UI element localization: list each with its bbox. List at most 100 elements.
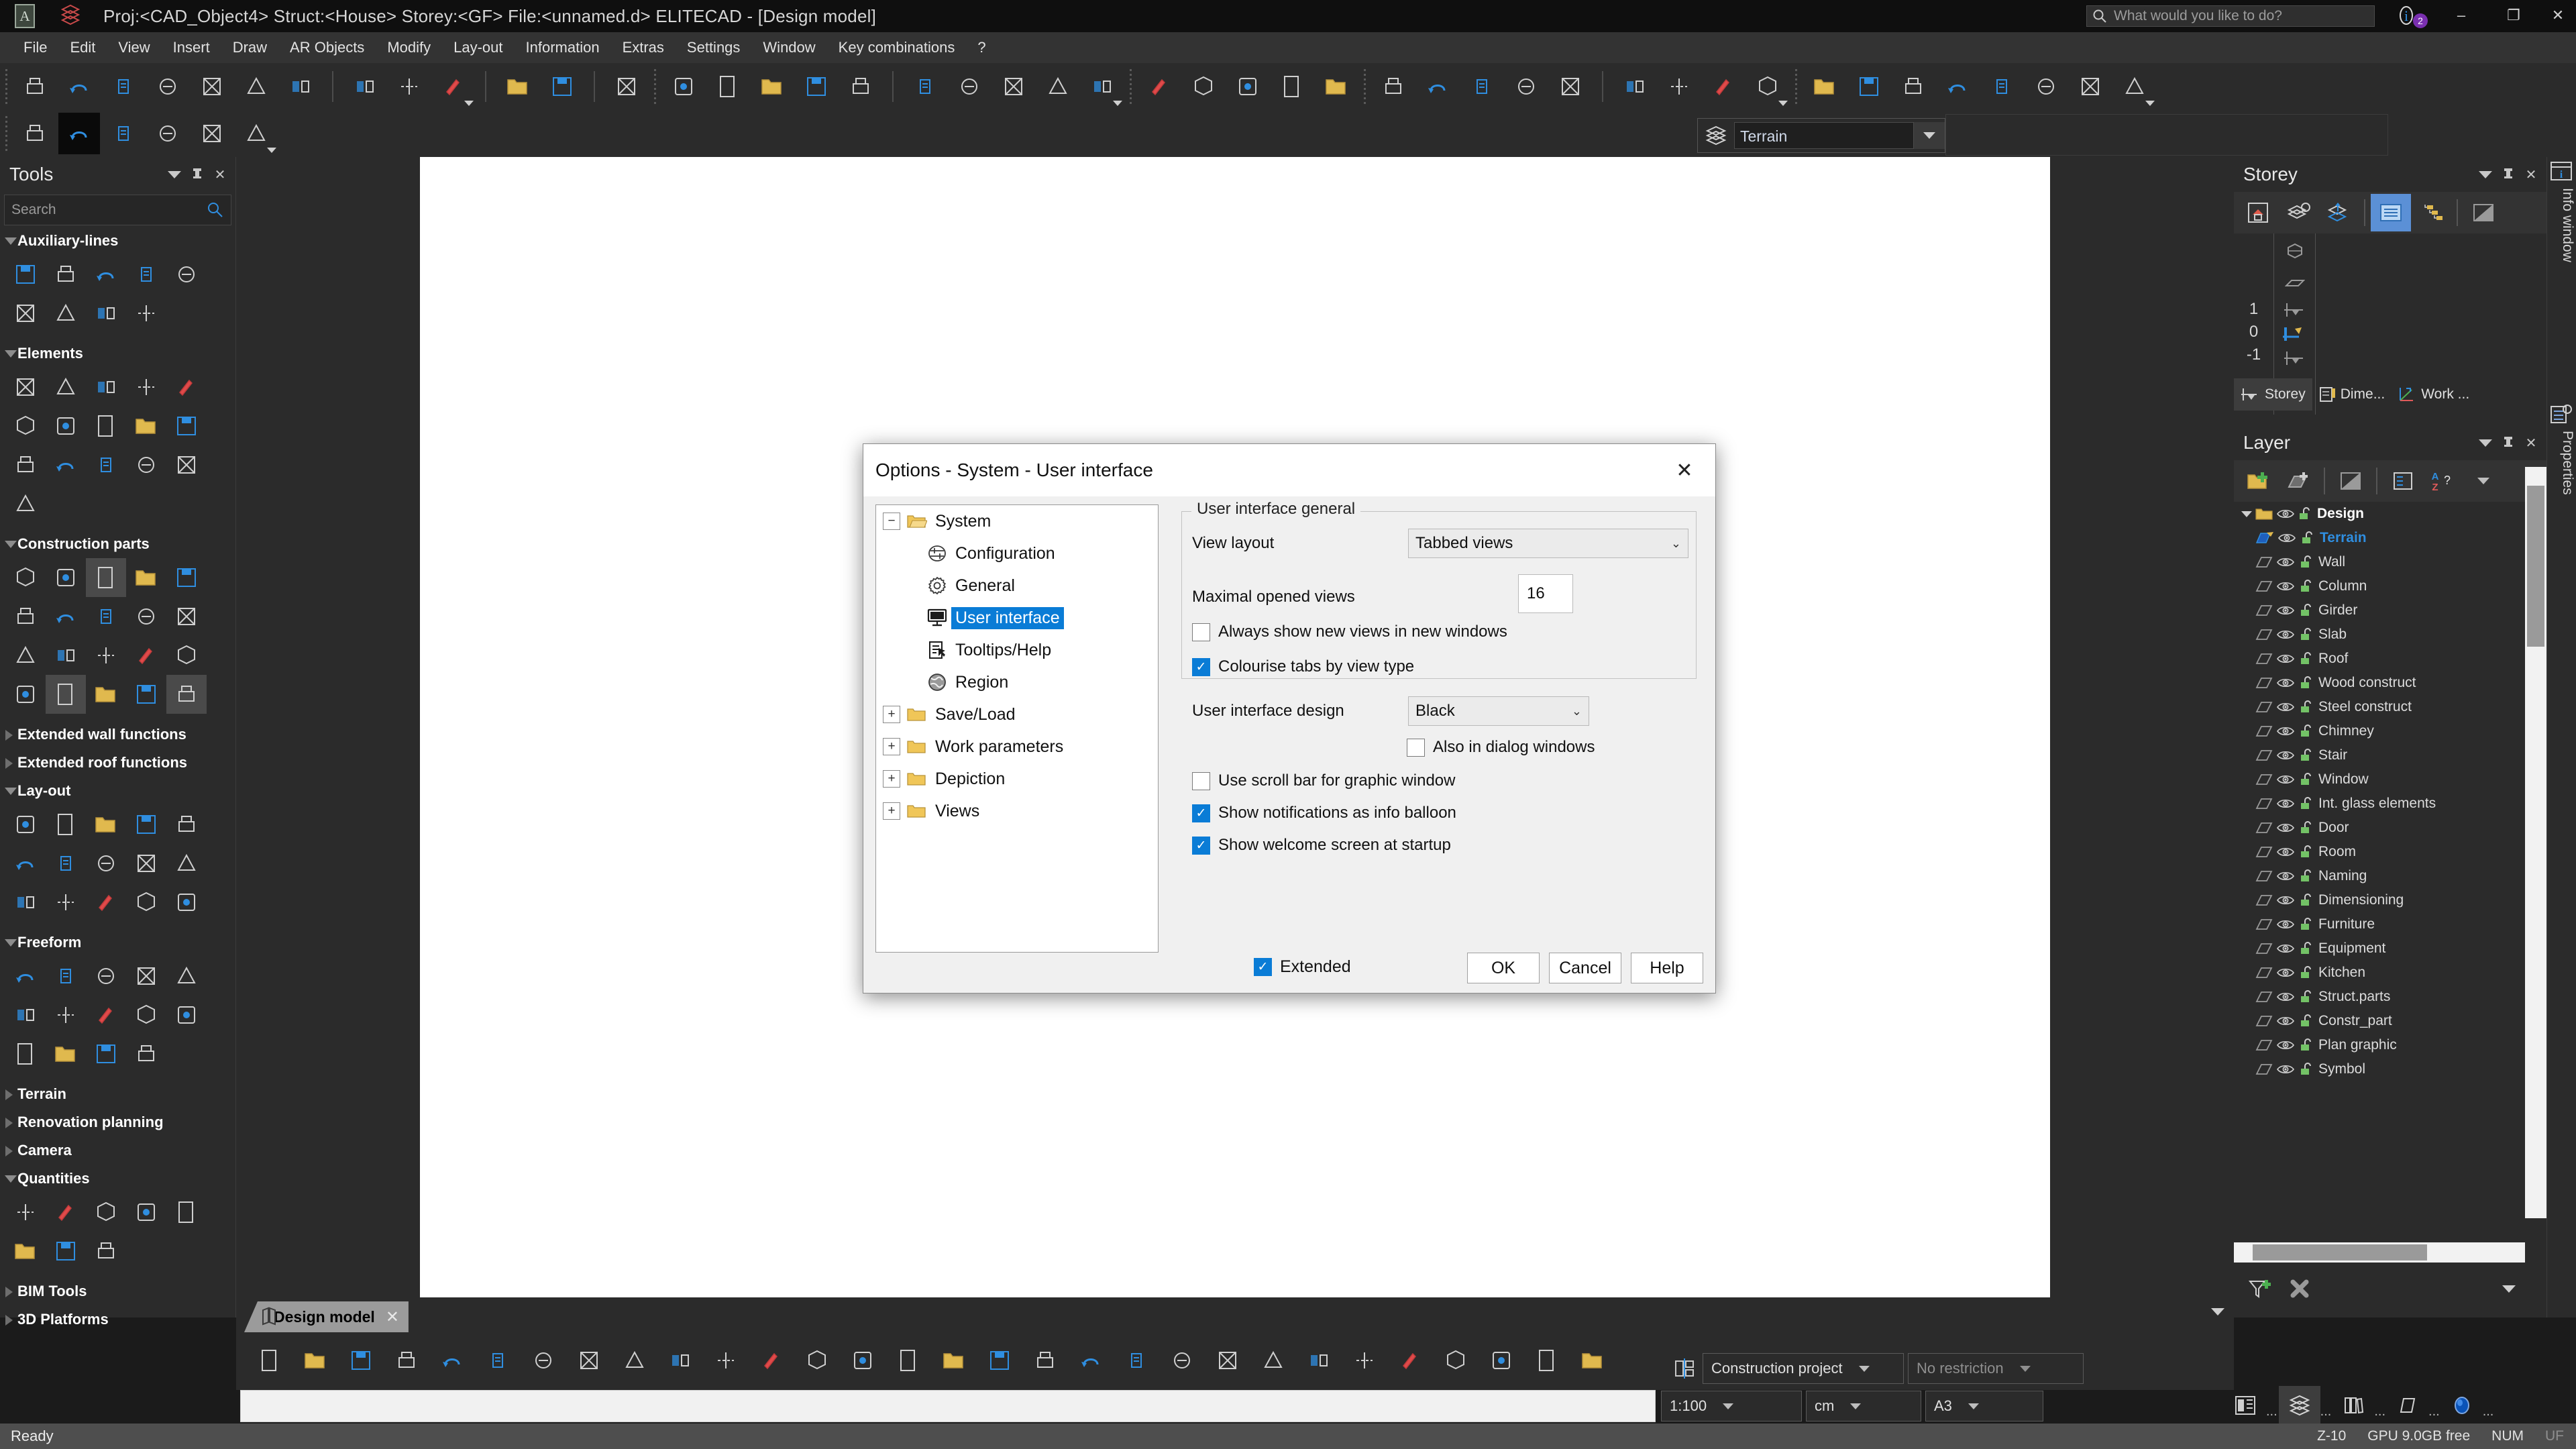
toolbar-secondary-button-1-5[interactable]: [235, 113, 277, 154]
visibility-icon[interactable]: [2277, 701, 2294, 713]
tool-button-10-0[interactable]: [5, 1193, 46, 1232]
menu-item-settings[interactable]: Settings: [676, 36, 752, 59]
toolbar-primary-button-19-2[interactable]: [1892, 66, 1934, 107]
tool-button-0-4[interactable]: [166, 255, 207, 294]
tool-button-2-12[interactable]: [86, 636, 126, 675]
menu-item-extras[interactable]: Extras: [611, 36, 676, 59]
toolbar-primary-button-17-0[interactable]: [1614, 66, 1656, 107]
layer-row[interactable]: Terrain: [2234, 526, 2525, 550]
toolbar-primary-button-1-2[interactable]: [103, 66, 144, 107]
paper-size-combo[interactable]: A3: [1925, 1391, 2043, 1421]
view-tool-26[interactable]: [1433, 1338, 1479, 1383]
view-tool-8[interactable]: [612, 1338, 657, 1383]
tool-button-5-7[interactable]: [86, 844, 126, 883]
view-tool-9[interactable]: [657, 1338, 703, 1383]
restore-button[interactable]: ❐: [2487, 0, 2540, 31]
visibility-icon[interactable]: [2277, 918, 2294, 930]
overflow-dots[interactable]: ...: [2266, 1404, 2277, 1419]
view-tool-22[interactable]: [1250, 1338, 1296, 1383]
view-tool-1[interactable]: [292, 1338, 338, 1383]
visibility-icon[interactable]: [2277, 1015, 2294, 1027]
chevron-down-icon[interactable]: [1778, 101, 1788, 106]
tools-group-freeform[interactable]: Freeform: [0, 927, 235, 955]
scrollbar-row[interactable]: Use scroll bar for graphic window: [1192, 771, 1455, 790]
layer-row[interactable]: Slab: [2234, 623, 2525, 647]
lock-icon[interactable]: [2300, 724, 2314, 738]
material-icon[interactable]: [2387, 1386, 2428, 1425]
notifications-checkbox[interactable]: [1192, 804, 1210, 822]
tool-button-5-8[interactable]: [126, 844, 166, 883]
tool-button-6-13[interactable]: [126, 1034, 166, 1073]
chevron-down-icon[interactable]: [2012, 1366, 2039, 1372]
toolbar-primary-button-13-4[interactable]: [1316, 66, 1357, 107]
tools-group-renovation-planning[interactable]: Renovation planning: [0, 1107, 235, 1135]
tool-button-10-2[interactable]: [86, 1193, 126, 1232]
tool-button-5-6[interactable]: [46, 844, 86, 883]
tool-button-2-19[interactable]: [166, 675, 207, 714]
visibility-icon[interactable]: [2277, 677, 2294, 689]
storey-level-2[interactable]: -1: [2234, 343, 2273, 366]
invert-icon[interactable]: [2330, 462, 2371, 500]
add-filter-icon[interactable]: [2239, 1271, 2279, 1307]
visibility-icon[interactable]: [2277, 870, 2294, 882]
visibility-icon[interactable]: [2277, 967, 2294, 979]
toolbar-primary-button-1-5[interactable]: [235, 66, 277, 107]
menu-item-lay-out[interactable]: Lay-out: [442, 36, 514, 59]
lock-icon[interactable]: [2300, 1063, 2314, 1076]
tool-button-0-3[interactable]: [126, 255, 166, 294]
tools-group-extended-wall-functions[interactable]: Extended wall functions: [0, 719, 235, 747]
tool-button-1-2[interactable]: [86, 368, 126, 407]
tools-group-elements[interactable]: Elements: [0, 338, 235, 366]
close-icon[interactable]: ✕: [2520, 163, 2542, 186]
tree-expander[interactable]: +: [883, 706, 900, 723]
chevron-down-icon[interactable]: ⌄: [1572, 704, 1582, 718]
storey-level-minus1-icon[interactable]: [2274, 346, 2315, 370]
welcome-row[interactable]: Show welcome screen at startup: [1192, 836, 1451, 855]
tree-node-tooltips-help[interactable]: Tooltips/Help: [876, 634, 1158, 666]
tool-button-6-10[interactable]: [5, 1034, 46, 1073]
storey-plane-icon[interactable]: [2274, 268, 2315, 298]
tree-node-views[interactable]: +Views: [876, 795, 1158, 827]
overflow-dots[interactable]: ...: [2428, 1404, 2440, 1419]
tree-node-save-load[interactable]: +Save/Load: [876, 698, 1158, 731]
storey-list-icon[interactable]: [2371, 194, 2411, 231]
tool-button-1-14[interactable]: [166, 445, 207, 484]
lock-icon[interactable]: [2300, 749, 2314, 762]
lock-icon[interactable]: [2300, 1038, 2314, 1052]
tree-node-user-interface[interactable]: User interface: [876, 602, 1158, 634]
visibility-icon[interactable]: [2277, 846, 2294, 858]
lock-icon[interactable]: [2300, 555, 2314, 569]
tool-button-6-4[interactable]: [166, 957, 207, 996]
toolbar-primary-button-9-3[interactable]: [796, 66, 837, 107]
scale-combo[interactable]: 1:100: [1661, 1391, 1802, 1421]
cancel-button[interactable]: Cancel: [1549, 953, 1621, 983]
toolbar-primary-button-5-1[interactable]: [541, 66, 583, 107]
unit-combo[interactable]: cm: [1806, 1391, 1921, 1421]
extended-checkbox[interactable]: [1254, 958, 1272, 976]
lock-icon[interactable]: [2300, 676, 2314, 690]
view-tool-7[interactable]: [566, 1338, 612, 1383]
view-tool-19[interactable]: [1114, 1338, 1159, 1383]
tool-button-2-15[interactable]: [5, 675, 46, 714]
tool-button-2-13[interactable]: [126, 636, 166, 675]
layer-row[interactable]: Window: [2234, 767, 2525, 792]
menu-item-information[interactable]: Information: [515, 36, 611, 59]
layer-row[interactable]: Room: [2234, 840, 2525, 864]
view-tool-28[interactable]: [1524, 1338, 1570, 1383]
restriction-combo[interactable]: No restriction: [1908, 1353, 2084, 1384]
view-tool-12[interactable]: [794, 1338, 840, 1383]
menu-item--[interactable]: ?: [966, 36, 997, 59]
toolbar-secondary-button-1-4[interactable]: [191, 113, 233, 154]
tool-button-2-2[interactable]: [86, 558, 126, 597]
tool-button-2-5[interactable]: [5, 597, 46, 636]
storey-level-1-icon[interactable]: [2274, 298, 2315, 322]
toolbar-primary-button-19-1[interactable]: [1848, 66, 1890, 107]
visibility-icon[interactable]: [2277, 725, 2294, 737]
new-layer-icon[interactable]: [2278, 462, 2318, 500]
tool-button-2-0[interactable]: [5, 558, 46, 597]
toolbar-primary-button-3-2[interactable]: [433, 66, 474, 107]
chevron-down-icon[interactable]: [1842, 1403, 1869, 1409]
toolbar-primary-button-1-0[interactable]: [14, 66, 56, 107]
lock-icon[interactable]: [2300, 990, 2314, 1004]
vertical-tab-properties[interactable]: Properties: [2548, 431, 2575, 565]
